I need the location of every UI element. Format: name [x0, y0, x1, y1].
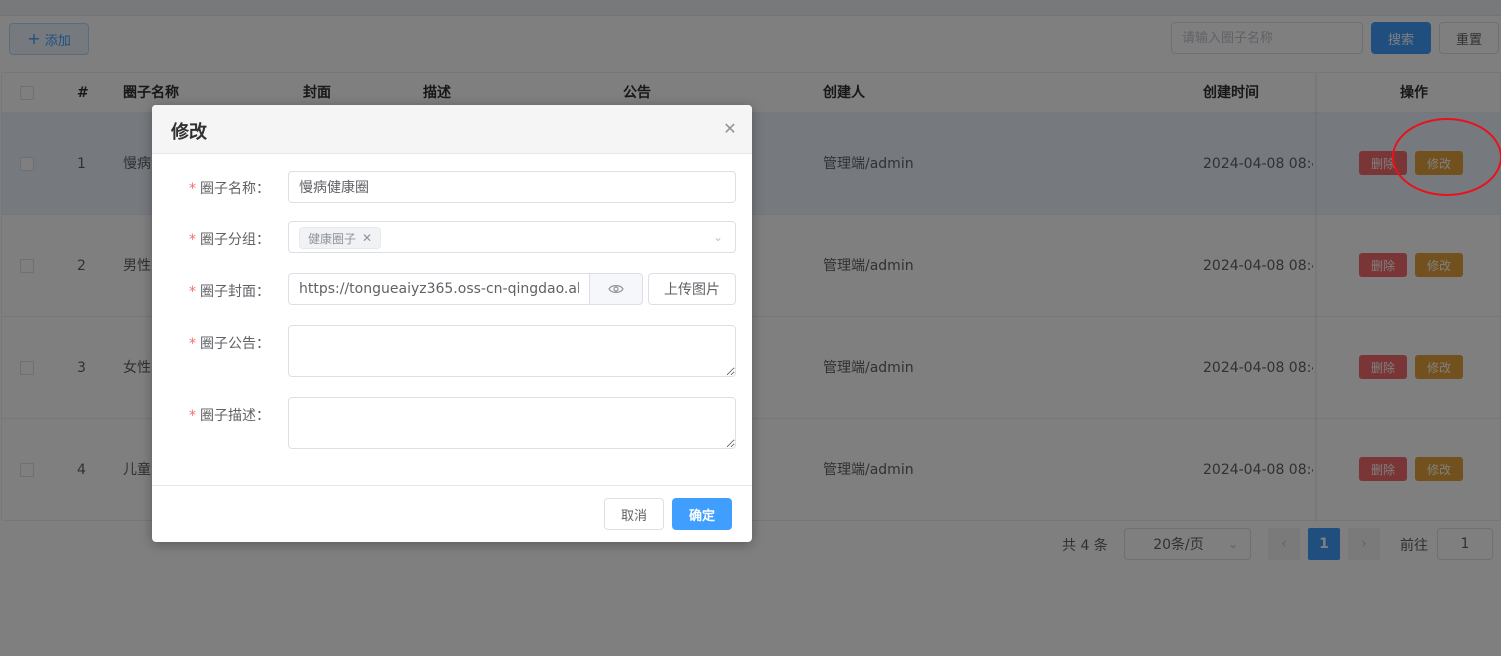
preview-button[interactable]: [589, 273, 643, 305]
description-textarea[interactable]: [288, 397, 736, 449]
cover-url-input[interactable]: [288, 273, 590, 305]
required-mark: *: [189, 232, 196, 248]
cancel-button[interactable]: 取消: [604, 498, 664, 530]
required-mark: *: [189, 284, 196, 300]
circle-name-input[interactable]: [288, 171, 736, 203]
required-mark: *: [189, 336, 196, 352]
chevron-down-icon: ⌄: [712, 230, 723, 244]
upload-image-button[interactable]: 上传图片: [648, 273, 736, 305]
dialog-header: 修改 ✕: [152, 105, 752, 154]
description-field-label: * 圈子描述：: [189, 408, 270, 424]
close-icon[interactable]: ✕: [722, 121, 738, 137]
required-mark: *: [189, 181, 196, 197]
group-field-label: * 圈子分组：: [189, 232, 270, 248]
notice-textarea[interactable]: [288, 325, 736, 377]
dialog-title: 修改: [171, 122, 207, 143]
tag-close-icon[interactable]: ✕: [362, 231, 372, 245]
confirm-button[interactable]: 确定: [672, 498, 732, 530]
edit-dialog: 修改 ✕ *圈子名称： *圈子分组： 健康圈子 ✕ ⌄ *圈子封面： 上传图片 …: [152, 105, 752, 542]
group-tag: 健康圈子 ✕: [299, 227, 382, 249]
notice-field-label: * 圈子公告：: [189, 336, 270, 352]
required-mark: *: [189, 408, 196, 424]
eye-icon: [608, 285, 624, 293]
dialog-footer: 取消 确定: [152, 485, 752, 542]
name-field-label: * 圈子名称：: [189, 181, 270, 197]
annotation-circle: [1392, 118, 1501, 196]
group-tag-label: 健康圈子: [308, 231, 357, 246]
cover-field-label: * 圈子封面：: [189, 284, 270, 300]
circle-group-select[interactable]: 健康圈子 ✕ ⌄: [288, 221, 736, 253]
